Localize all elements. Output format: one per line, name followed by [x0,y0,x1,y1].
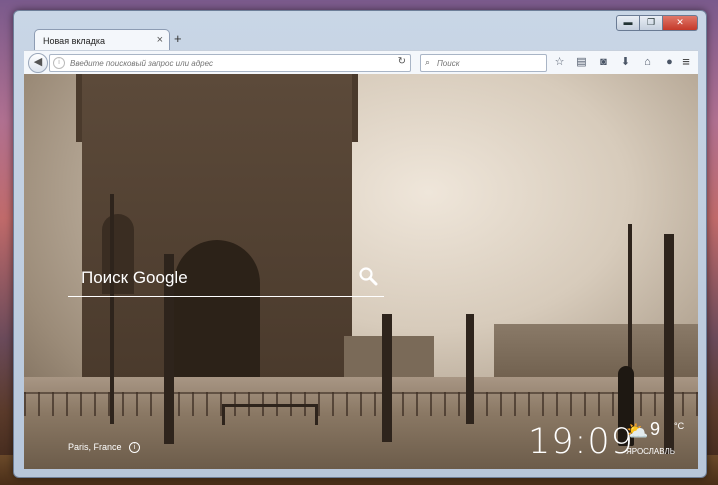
weather-city: ЯРОСЛАВЛЬ [626,447,676,456]
background-photo-lamppost [110,194,114,424]
search-bar-input[interactable] [435,56,539,71]
star-icon[interactable]: ☆ [552,54,567,70]
search-bar[interactable]: ⌕ [420,54,547,72]
background-photo-tree [664,234,674,454]
new-tab-page: Paris, France i 19:09 ⛅ 9 °C ЯРОСЛАВЛЬ [24,74,698,469]
home-icon[interactable]: ⌂ [640,54,655,70]
arrow-left-icon: ◀ [33,56,43,68]
tab-close-icon[interactable]: × [157,34,163,46]
toolbar-icons: ☆ ▤ ◙ ⬇ ⌂ ● [552,54,677,70]
maximize-button[interactable]: ❐ [640,15,663,31]
info-icon[interactable]: i [129,442,141,454]
minimize-button[interactable]: ▬ [616,15,640,31]
google-search-box[interactable] [68,260,384,297]
search-icon[interactable] [358,266,378,286]
pocket-icon[interactable]: ◙ [596,54,611,70]
background-photo-tree [382,314,392,442]
reload-icon[interactable]: ↻ [398,56,406,67]
google-search-input[interactable] [79,264,353,292]
chat-icon[interactable]: ● [662,54,677,70]
new-tab-button[interactable]: + [174,31,182,46]
weather-temp: 9 [650,419,661,439]
partly-cloudy-icon: ⛅ [626,421,649,441]
info-icon[interactable]: i [53,57,65,69]
download-icon[interactable]: ⬇ [618,54,633,70]
clipboard-icon[interactable]: ▤ [574,54,589,70]
photo-location: Paris, France i [68,442,141,454]
menu-button[interactable]: ≡ [678,53,694,71]
background-photo-bench [222,404,318,425]
back-button[interactable]: ◀ [28,53,48,73]
background-photo-tree [466,314,474,424]
weather-unit: °C [674,421,685,431]
browser-window: ▬ ❐ ✕ Новая вкладка × + ◀ i ↻ ⌕ ☆ ▤ ◙ ⬇ … [13,10,707,478]
background-photo-fence [24,392,698,416]
tab-title: Новая вкладка [43,36,106,46]
close-window-button[interactable]: ✕ [663,15,698,31]
location-label: Paris, France [68,442,122,452]
url-bar[interactable]: i ↻ [49,54,411,72]
clock: 19:09 [528,422,634,462]
search-icon: ⌕ [425,57,431,67]
navigation-toolbar: ◀ i ↻ ⌕ ☆ ▤ ◙ ⬇ ⌂ ● ≡ [24,50,698,75]
tab-new-tab[interactable]: Новая вкладка × [34,29,170,52]
url-input[interactable] [68,56,392,71]
window-controls: ▬ ❐ ✕ [616,15,698,31]
